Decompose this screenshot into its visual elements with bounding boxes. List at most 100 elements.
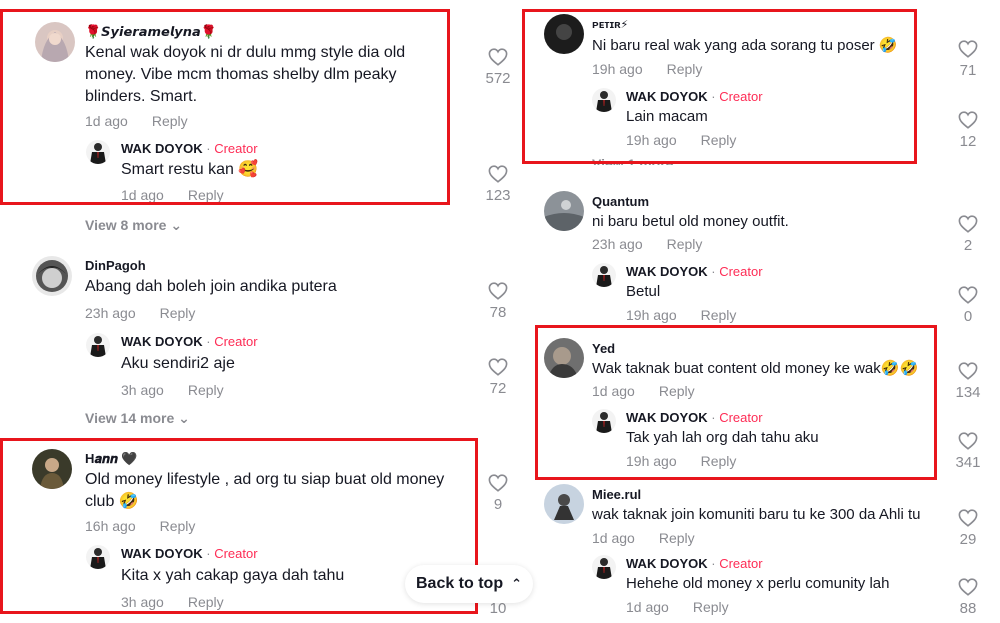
- reply-button[interactable]: Reply: [188, 594, 224, 610]
- like-button[interactable]: 341: [951, 432, 985, 471]
- comment-username[interactable]: 🌹𝙎𝙮𝙞𝙚𝙧𝙖𝙢𝙚𝙡𝙮𝙣𝙖🌹: [85, 24, 217, 40]
- comment-time: 19h ago: [592, 61, 643, 77]
- comments-right-column: ᴘᴇᴛɪʀ⚡ Ni baru real wak yang ada sorang …: [520, 0, 1000, 623]
- avatar[interactable]: [544, 191, 584, 231]
- reply-time: 3h ago: [121, 594, 164, 610]
- reply-meta: 19h ago Reply: [626, 132, 736, 148]
- comment-meta: 23h ago Reply: [85, 305, 195, 321]
- separator: ·: [707, 89, 720, 104]
- reply-button[interactable]: Reply: [701, 307, 737, 323]
- like-count: 0: [963, 308, 973, 325]
- view-more-replies[interactable]: View 14 more ⌄: [85, 410, 190, 427]
- avatar[interactable]: [86, 140, 110, 164]
- comment-username[interactable]: ᴘᴇᴛɪʀ⚡: [592, 18, 628, 31]
- reply-button[interactable]: Reply: [188, 187, 224, 203]
- like-button[interactable]: 29: [951, 509, 985, 548]
- reply-button[interactable]: Reply: [152, 113, 188, 129]
- reply-button[interactable]: Reply: [659, 530, 695, 546]
- reply-username[interactable]: WAK DOYOK · Creator: [121, 334, 258, 349]
- comments-left-column: 🌹𝙎𝙮𝙞𝙚𝙧𝙖𝙢𝙚𝙡𝙮𝙣𝙖🌹 Kenal wak doyok ni dr dul…: [0, 0, 520, 623]
- avatar[interactable]: [32, 449, 72, 489]
- chevron-down-icon: ⌄: [677, 156, 690, 165]
- like-button[interactable]: 9: [481, 474, 515, 513]
- view-more-replies[interactable]: View 8 more ⌄: [85, 217, 182, 234]
- reply-meta: 1d ago Reply: [626, 599, 729, 615]
- comment-username[interactable]: Miee.rul: [592, 487, 641, 502]
- comment-time: 23h ago: [85, 305, 136, 321]
- reply-button[interactable]: Reply: [188, 382, 224, 398]
- like-button[interactable]: 572: [481, 48, 515, 87]
- avatar[interactable]: [86, 545, 110, 569]
- reply-button[interactable]: Reply: [659, 383, 695, 399]
- back-to-top-label: Back to top: [415, 575, 504, 592]
- creator-name: WAK DOYOK: [121, 546, 203, 561]
- avatar[interactable]: [32, 256, 72, 296]
- reply-username[interactable]: WAK DOYOK · Creator: [626, 410, 763, 425]
- reply-text: Hehehe old money x perlu comunity lah: [626, 575, 890, 592]
- like-count: 72: [489, 380, 507, 397]
- like-button[interactable]: 72: [481, 358, 515, 397]
- reply-username[interactable]: WAK DOYOK · Creator: [626, 89, 763, 104]
- like-button[interactable]: 2: [951, 215, 985, 254]
- like-count: 88: [959, 600, 977, 617]
- creator-badge: Creator: [214, 141, 258, 156]
- like-count: 341: [955, 454, 981, 471]
- reply-username[interactable]: WAK DOYOK · Creator: [626, 556, 763, 571]
- like-button[interactable]: 88: [951, 578, 985, 617]
- reply-text: Aku sendiri2 aje: [121, 355, 235, 372]
- avatar[interactable]: [592, 88, 616, 112]
- heart-icon: [958, 215, 978, 233]
- reply-time: 19h ago: [626, 307, 677, 323]
- reply-text: Smart restu kan 🥰: [121, 161, 259, 178]
- reply-button[interactable]: Reply: [667, 61, 703, 77]
- reply-meta: 3h ago Reply: [121, 594, 224, 610]
- like-button[interactable]: 123: [481, 165, 515, 204]
- creator-badge: Creator: [214, 334, 258, 349]
- reply-button[interactable]: Reply: [667, 236, 703, 252]
- separator: ·: [202, 334, 215, 349]
- comment-text: Kenal wak doyok ni dr dulu mmg style dia…: [85, 44, 406, 105]
- reply-button[interactable]: Reply: [160, 305, 196, 321]
- heart-icon: [958, 40, 978, 58]
- reply-username[interactable]: WAK DOYOK · Creator: [626, 264, 763, 279]
- comment-username[interactable]: Quantum: [592, 194, 649, 209]
- comment-username[interactable]: DinPagoh: [85, 258, 146, 273]
- like-button[interactable]: 0: [951, 286, 985, 325]
- comment-text: ni baru betul old money outfit.: [592, 213, 789, 230]
- reply-meta: 3h ago Reply: [121, 382, 224, 398]
- avatar[interactable]: [544, 14, 584, 54]
- comment-username[interactable]: Yed: [592, 341, 615, 356]
- avatar[interactable]: [544, 338, 584, 378]
- like-count: 9: [493, 496, 503, 513]
- comment-username[interactable]: H𝒂𝒏𝒏 🖤: [85, 451, 137, 467]
- like-button[interactable]: 12: [951, 111, 985, 150]
- like-button[interactable]: 71: [951, 40, 985, 79]
- creator-name: WAK DOYOK: [626, 410, 708, 425]
- reply-button[interactable]: Reply: [160, 518, 196, 534]
- avatar[interactable]: [592, 555, 616, 579]
- view-more-replies[interactable]: View 1 more ⌄: [592, 156, 689, 165]
- chevron-down-icon: ⌄: [170, 217, 183, 233]
- comment-text: Old money lifestyle , ad org tu siap bua…: [85, 471, 445, 510]
- like-count: 123: [485, 187, 511, 204]
- avatar[interactable]: [592, 263, 616, 287]
- creator-name: WAK DOYOK: [626, 264, 708, 279]
- reply-button[interactable]: Reply: [693, 599, 729, 615]
- creator-badge: Creator: [719, 410, 763, 425]
- avatar[interactable]: [86, 333, 110, 357]
- reply-username[interactable]: WAK DOYOK · Creator: [121, 141, 258, 156]
- back-to-top-button[interactable]: Back to top ⌃: [405, 565, 533, 603]
- heart-icon: [488, 282, 508, 300]
- avatar[interactable]: [35, 22, 75, 62]
- like-button[interactable]: 78: [481, 282, 515, 321]
- creator-badge: Creator: [719, 264, 763, 279]
- avatar[interactable]: [592, 409, 616, 433]
- like-button[interactable]: 134: [951, 362, 985, 401]
- reply-button[interactable]: Reply: [701, 453, 737, 469]
- comment-meta: 19h ago Reply: [592, 61, 702, 77]
- reply-button[interactable]: Reply: [701, 132, 737, 148]
- comment-meta: 1d ago Reply: [592, 383, 695, 399]
- reply-username[interactable]: WAK DOYOK · Creator: [121, 546, 258, 561]
- reply-meta: 19h ago Reply: [626, 453, 736, 469]
- avatar[interactable]: [544, 484, 584, 524]
